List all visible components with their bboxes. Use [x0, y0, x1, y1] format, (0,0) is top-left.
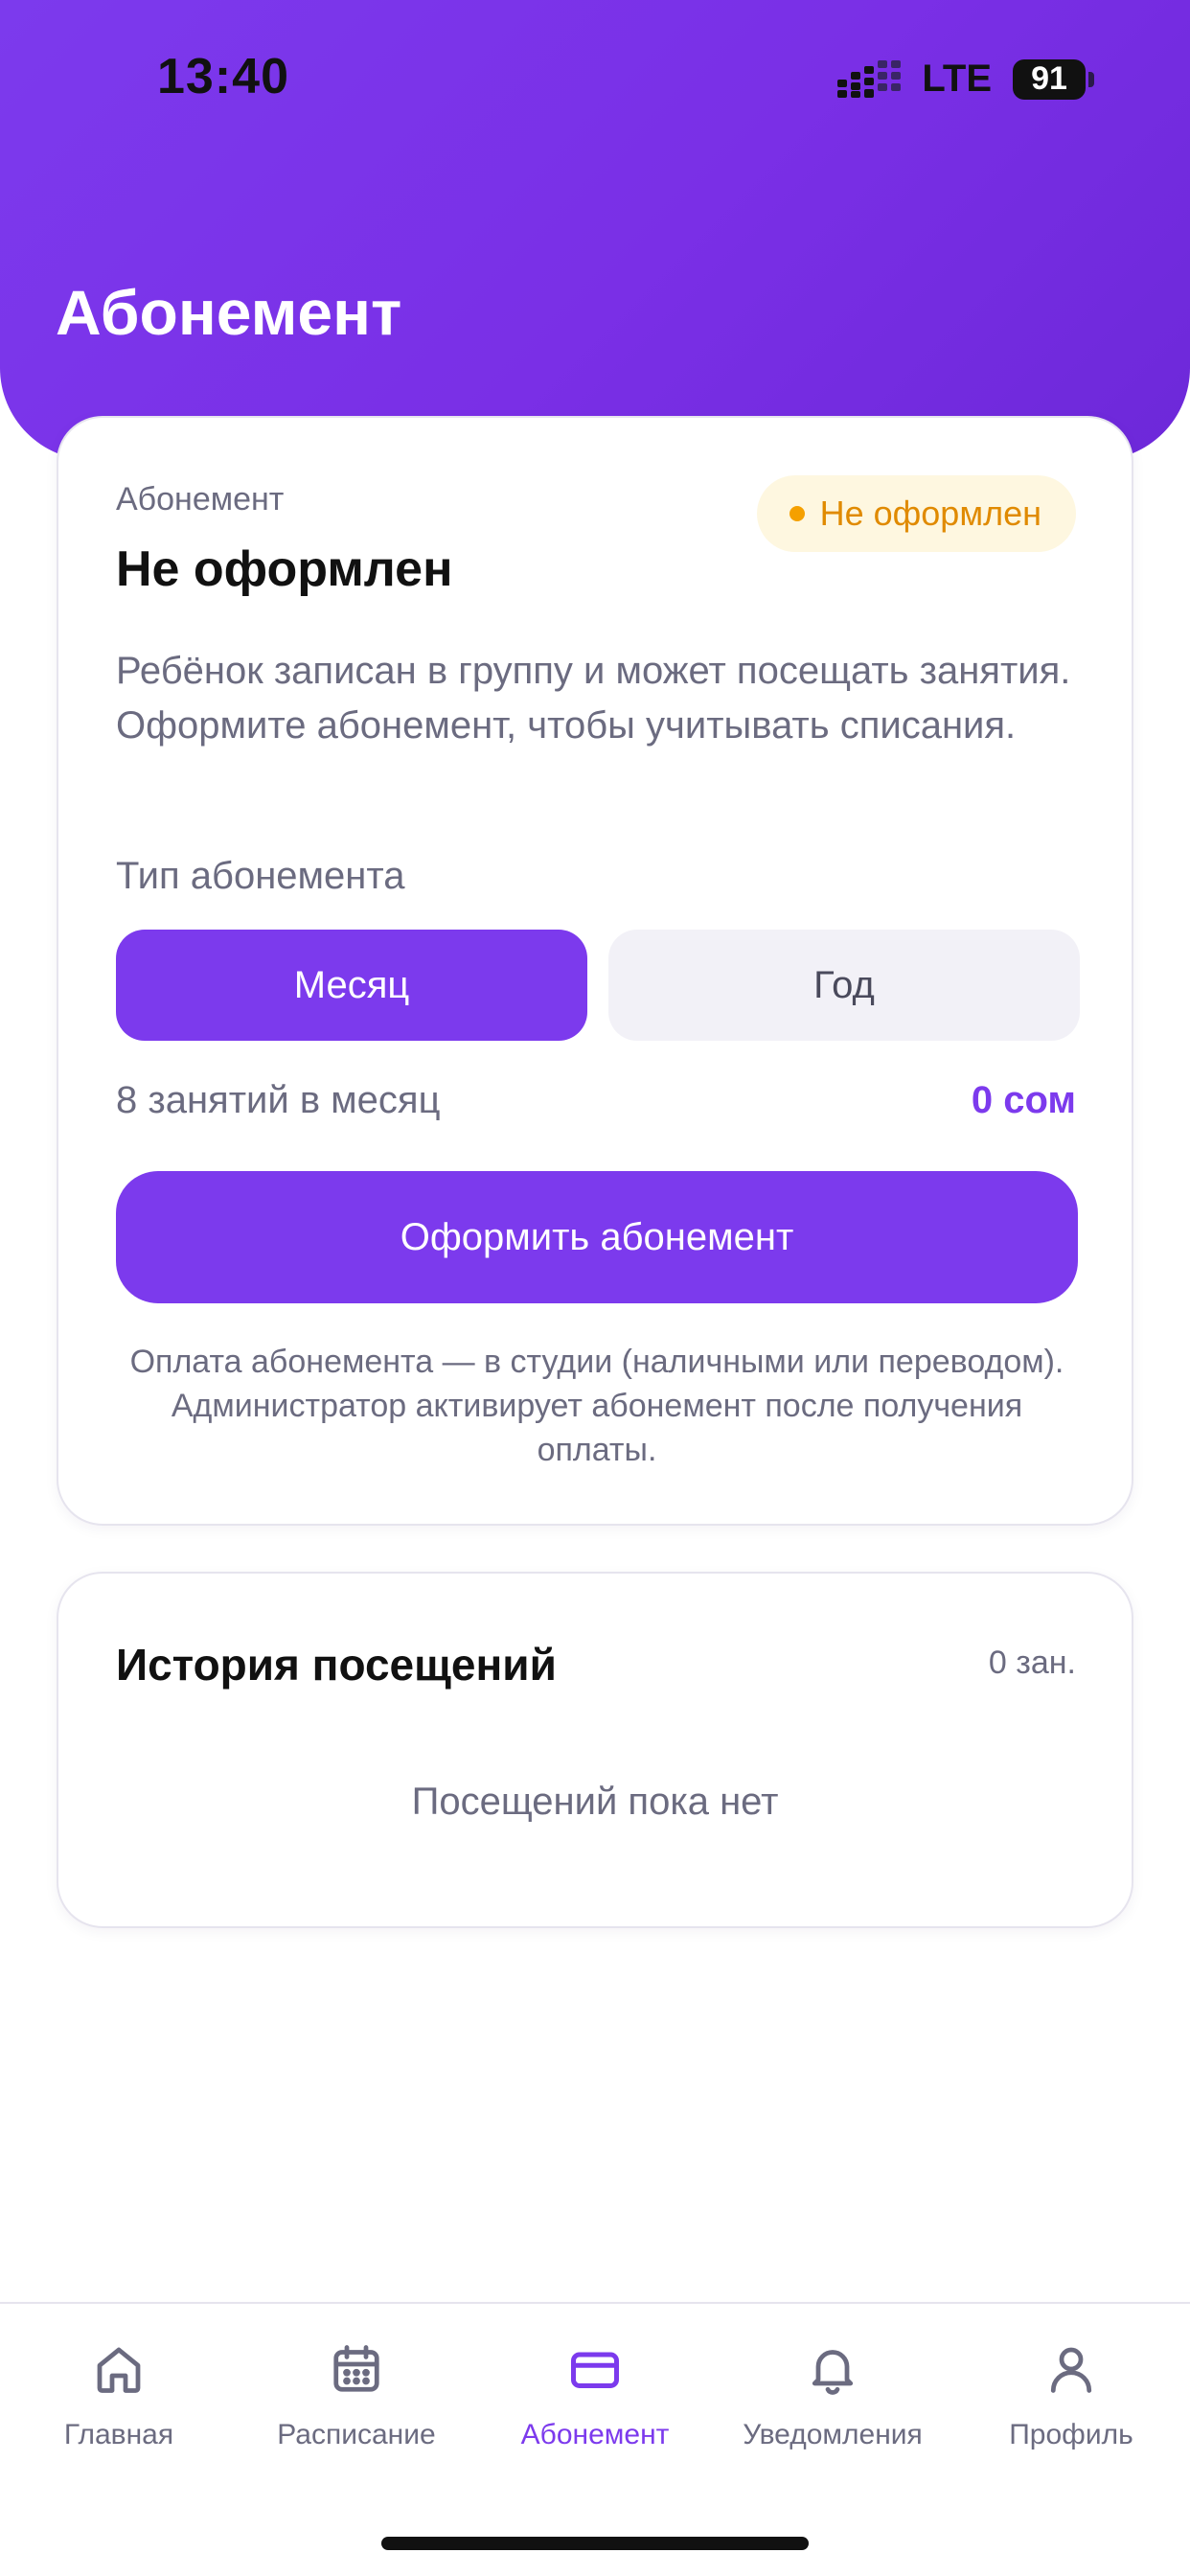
subscribe-button[interactable]: Оформить абонемент: [116, 1171, 1078, 1303]
nav-label-profile: Профиль: [1009, 2419, 1133, 2450]
calendar-icon: [333, 2345, 379, 2392]
nav-label-subscription: Абонемент: [520, 2419, 670, 2450]
subscription-card: Абонемент Не оформлен Не оформлен Ребёно…: [57, 416, 1133, 1526]
battery-cap: [1088, 71, 1094, 87]
lessons-info: 8 занятий в месяц: [116, 1079, 441, 1121]
status-time: 13:40: [157, 49, 289, 104]
bottom-nav: Главная Расписание Абонемент Уведомления: [0, 2302, 1190, 2576]
payment-note: Оплата абонемента — в студии (наличными …: [129, 1344, 1064, 1468]
network-type: LTE: [922, 58, 992, 100]
nav-label-home: Главная: [63, 2419, 174, 2450]
visit-history-card: История посещений 0 зан. Посещений пока …: [57, 1572, 1133, 1928]
history-empty-state: Посещений пока нет: [411, 1781, 779, 1823]
nav-item-profile[interactable]: Профиль: [952, 2340, 1190, 2451]
battery-level: 91: [1013, 58, 1086, 100]
status-icons: LTE 91: [837, 58, 1094, 101]
subscription-status-title: Не оформлен: [116, 541, 453, 597]
nav-label-notifications: Уведомления: [743, 2419, 923, 2450]
nav-item-subscription[interactable]: Абонемент: [476, 2340, 714, 2451]
status-badge-label: Не оформлен: [819, 494, 1041, 533]
card-icon: [571, 2352, 619, 2388]
nav-label-schedule: Расписание: [277, 2419, 436, 2450]
history-title: История посещений: [116, 1640, 557, 1690]
status-badge: Не оформлен: [756, 475, 1076, 552]
card-label: Абонемент: [116, 481, 285, 518]
history-count: 0 зан.: [988, 1644, 1076, 1681]
status-dot-icon: [789, 506, 805, 521]
home-indicator: [381, 2537, 809, 2550]
battery-icon: 91: [1013, 58, 1094, 100]
nav-item-notifications[interactable]: Уведомления: [714, 2340, 951, 2451]
subscription-type-label: Тип абонемента: [116, 855, 405, 897]
price-value: 0 сом: [971, 1079, 1076, 1121]
signal-icon: [837, 59, 902, 98]
nav-item-home[interactable]: Главная: [0, 2340, 238, 2451]
bell-icon: [812, 2350, 854, 2395]
nav-item-schedule[interactable]: Расписание: [238, 2340, 475, 2451]
user-icon: [1050, 2347, 1092, 2393]
option-month-button[interactable]: Месяц: [116, 930, 587, 1041]
option-year-button[interactable]: Год: [608, 930, 1080, 1041]
page-title: Абонемент: [56, 277, 402, 348]
subscription-description: Ребёнок записан в группу и может посещат…: [116, 650, 1071, 747]
home-icon: [97, 2347, 141, 2393]
